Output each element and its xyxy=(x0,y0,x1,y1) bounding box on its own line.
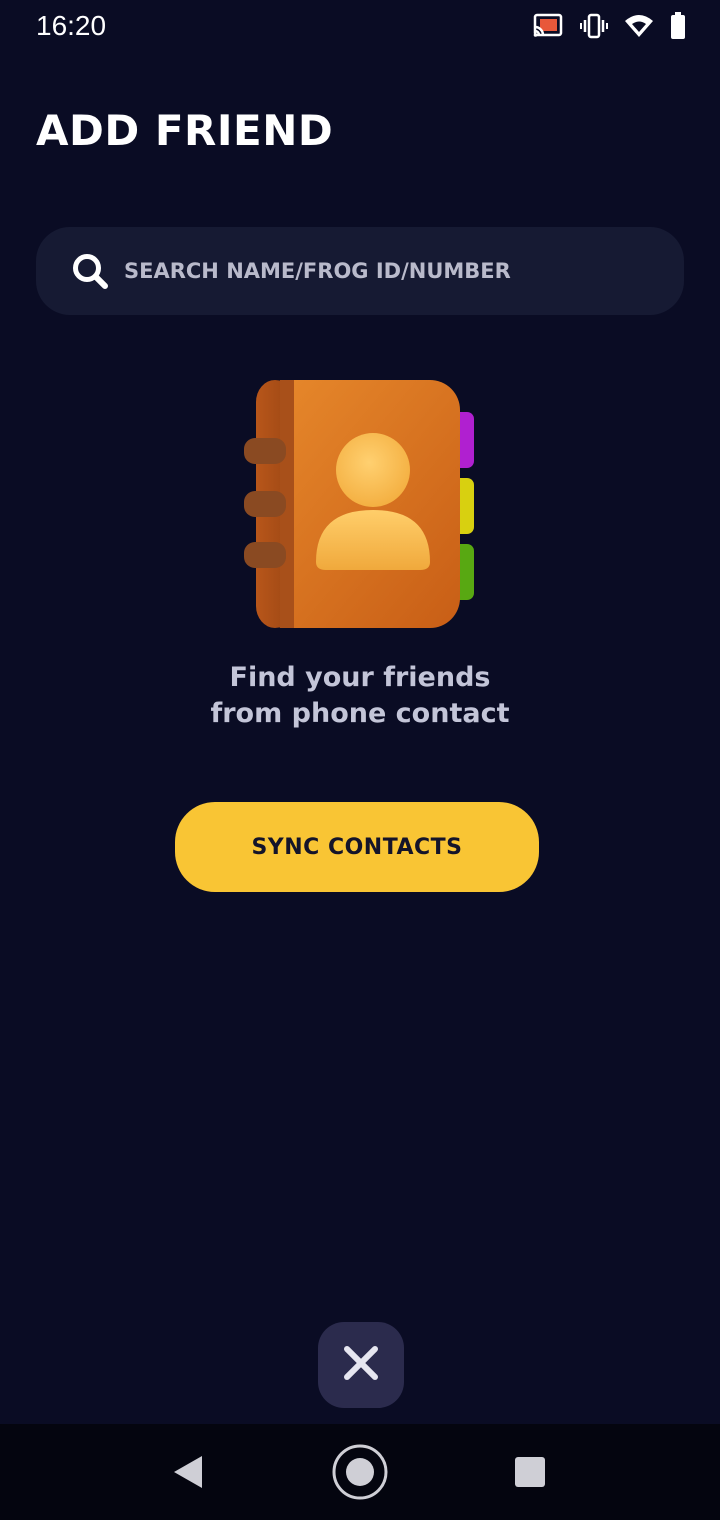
back-icon[interactable] xyxy=(170,1454,206,1490)
page-title: ADD FRIEND xyxy=(36,106,334,155)
search-bar[interactable] xyxy=(36,227,684,315)
sync-contacts-button[interactable]: SYNC CONTACTS xyxy=(175,802,539,892)
home-icon[interactable] xyxy=(331,1443,389,1501)
empty-state-line-1: Find your friends xyxy=(229,662,491,693)
status-icons xyxy=(532,12,686,40)
navigation-bar xyxy=(0,1424,720,1520)
close-button[interactable] xyxy=(318,1322,404,1408)
status-bar: 16:20 xyxy=(0,0,720,56)
empty-state-message: Find your friends from phone contact xyxy=(0,660,720,732)
wifi-icon xyxy=(624,13,654,39)
empty-state-line-2: from phone contact xyxy=(210,698,510,729)
cast-icon xyxy=(532,13,564,39)
search-input[interactable] xyxy=(124,259,644,283)
search-icon xyxy=(70,251,110,291)
recents-icon[interactable] xyxy=(514,1456,546,1488)
battery-icon xyxy=(670,12,686,40)
vibrate-icon xyxy=(580,13,608,39)
contacts-book-icon xyxy=(240,376,480,636)
status-time: 16:20 xyxy=(36,10,107,41)
close-icon xyxy=(343,1345,379,1385)
